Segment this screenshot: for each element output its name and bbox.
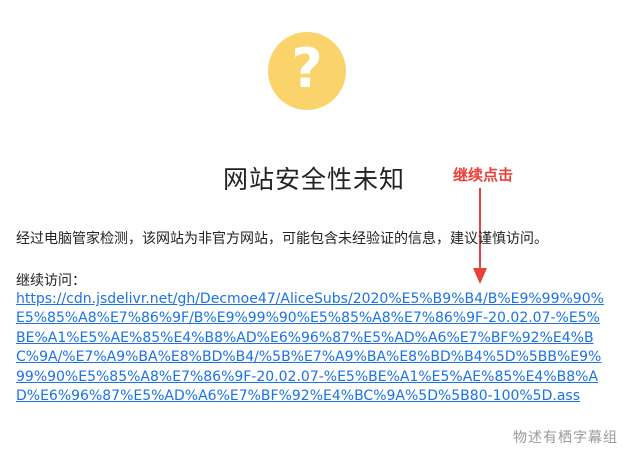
annotation-label: 继续点击: [453, 166, 514, 184]
page-title: 网站安全性未知: [222, 165, 405, 194]
warning-page: ? 网站安全性未知 继续点击 经过电脑管家检测，该网站为非官方网站，可能包含未经…: [0, 0, 628, 453]
subtitle-group-watermark: 物述有栖字幕组: [513, 430, 618, 446]
question-icon: ?: [268, 32, 346, 110]
continue-label: 继续访问：: [16, 273, 86, 289]
question-glyph: ?: [291, 37, 323, 100]
description-text: 经过电脑管家检测，该网站为非官方网站，可能包含未经验证的信息，建议谨慎访问。: [16, 231, 548, 247]
continue-link[interactable]: https://cdn.jsdelivr.net/gh/Decmoe47/Ali…: [16, 290, 606, 406]
